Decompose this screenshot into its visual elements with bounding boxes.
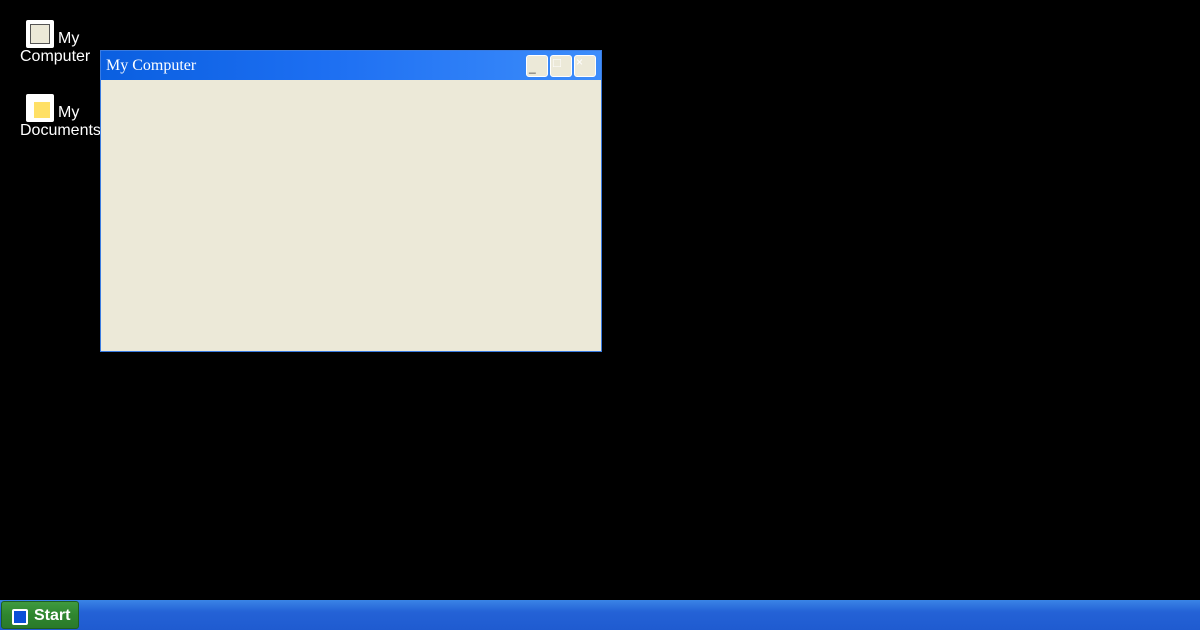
minimize-button[interactable]: _ [526,55,548,77]
maximize-icon: □ [553,55,561,70]
desktop-icon-label-line2: Documents [20,122,101,139]
windows-logo-icon [12,609,28,625]
desktop-icon-my-computer[interactable]: My Computer [20,20,104,66]
minimize-icon: _ [529,60,536,74]
taskbar: Start [0,600,1200,630]
window-titlebar[interactable]: My Computer _ □ × [101,51,601,80]
close-button[interactable]: × [574,55,596,77]
start-label: Start [34,607,71,624]
desktop-icon-label-line1: My [58,104,80,121]
desktop-icon-label-line2: Computer [20,48,91,65]
window-title: My Computer [106,57,197,74]
desktop: My Computer My Documents My Computer _ □… [0,0,1200,600]
desktop-icon-label-line1: My [58,30,80,47]
desktop-icon-my-documents[interactable]: My Documents [20,94,104,140]
folder-icon [26,94,54,122]
close-icon: × [576,55,584,69]
window-content [101,80,601,351]
my-computer-window[interactable]: My Computer _ □ × [100,50,602,352]
start-button[interactable]: Start [1,601,79,629]
computer-icon [26,20,54,48]
maximize-button[interactable]: □ [550,55,572,77]
